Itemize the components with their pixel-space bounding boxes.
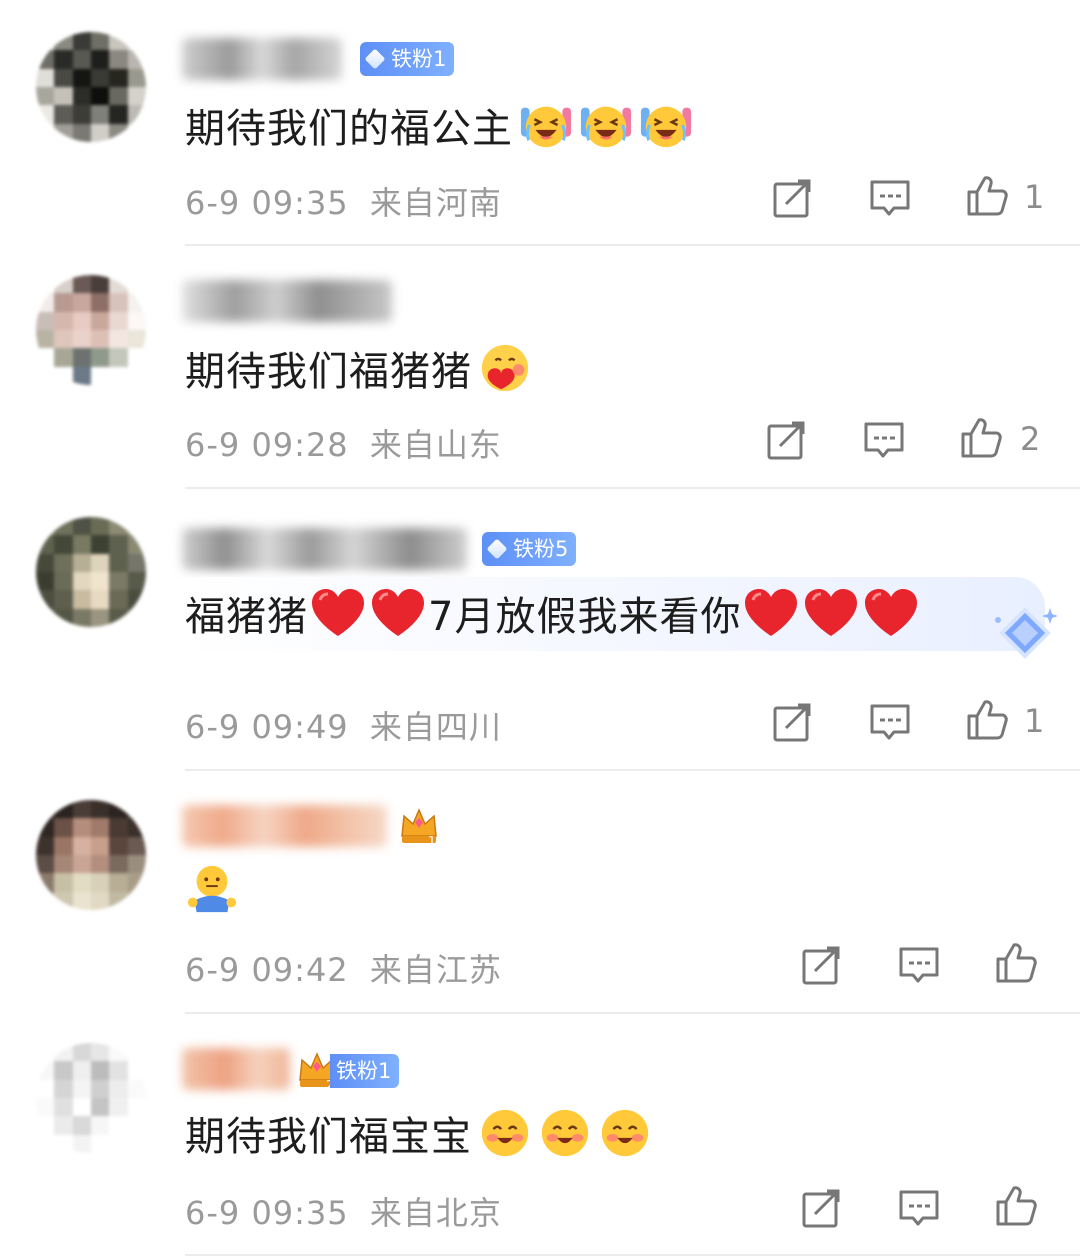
comment-time: 6-9 09:35 (185, 1194, 349, 1232)
username-blurred[interactable] (182, 1048, 290, 1090)
comment-meta: 6-9 09:49 来自四川 (185, 702, 502, 748)
username-blurred[interactable] (182, 38, 342, 80)
crown-icon: 1 (401, 808, 437, 846)
blush-smile-emoji (538, 1106, 592, 1160)
laughing-cry-emoji (579, 98, 633, 152)
username-blurred[interactable] (182, 528, 467, 570)
fan-badge[interactable]: 铁粉1 (360, 42, 455, 76)
thumbs-up-icon[interactable] (994, 941, 1038, 985)
comment-location: 来自山东 (369, 426, 502, 464)
share-icon[interactable] (770, 700, 814, 744)
comment-icon[interactable] (897, 943, 941, 987)
diamond-icon (995, 607, 1058, 659)
divider (185, 1012, 1080, 1014)
badge-label: 铁粉1 (336, 1059, 392, 1083)
comment-time: 6-9 09:42 (185, 951, 349, 989)
avatar[interactable] (36, 517, 146, 627)
diamond-icon (364, 48, 386, 70)
divider (185, 244, 1080, 246)
laughing-cry-emoji (639, 98, 693, 152)
share-icon[interactable] (799, 943, 843, 987)
divider (185, 1254, 1080, 1256)
thumbs-up-icon[interactable] (965, 174, 1009, 218)
comment-icon[interactable] (862, 418, 906, 462)
heart-emoji (863, 588, 919, 638)
hug-person-emoji (185, 862, 239, 916)
comment-text: 期待我们的福公主 (185, 98, 693, 155)
comment-text-content: 期待我们福宝宝 (185, 1114, 472, 1160)
comment-meta: 6-9 09:35 来自北京 (185, 1188, 502, 1234)
comment-location: 来自四川 (369, 708, 502, 746)
like-count: 1 (1024, 178, 1045, 216)
comment-meta: 6-9 09:35 来自河南 (185, 178, 502, 224)
avatar[interactable] (36, 275, 146, 385)
badge-label: 铁粉1 (391, 47, 447, 71)
thumbs-up-icon[interactable] (959, 416, 1003, 460)
comment-time: 6-9 09:28 (185, 426, 349, 464)
diamond-icon (486, 538, 508, 560)
avatar[interactable] (36, 32, 146, 142)
comment-location: 来自北京 (369, 1194, 502, 1232)
username-blurred[interactable] (182, 280, 392, 322)
comment-text: 期待我们福猪猪 (185, 341, 532, 398)
comment-time: 6-9 09:49 (185, 708, 349, 746)
heart-emoji (370, 588, 426, 638)
avatar[interactable] (36, 1043, 146, 1153)
divider (185, 487, 1080, 489)
thumbs-up-icon[interactable] (965, 698, 1009, 742)
share-icon[interactable] (799, 1186, 843, 1230)
like-count: 2 (1020, 420, 1041, 458)
comment-text-content: 福猪猪 (185, 594, 308, 640)
share-icon[interactable] (770, 176, 814, 220)
laughing-cry-emoji (519, 98, 573, 152)
comment-text-content: 7月放假我来看你 (428, 594, 742, 640)
heart-emoji (803, 588, 859, 638)
comment-meta: 6-9 09:42 来自江苏 (185, 945, 502, 991)
comment-location: 来自江苏 (369, 951, 502, 989)
avatar[interactable] (36, 800, 146, 910)
comment-icon[interactable] (868, 700, 912, 744)
divider (185, 769, 1080, 771)
comment-location: 来自河南 (369, 184, 502, 222)
fan-badge[interactable]: 铁粉5 (482, 532, 577, 566)
badge-label: 铁粉5 (513, 537, 569, 561)
like-count: 1 (1024, 702, 1045, 740)
comment-time: 6-9 09:35 (185, 184, 349, 222)
fan-badge[interactable]: 铁粉1 (330, 1054, 400, 1088)
comment-text: 期待我们福宝宝 (185, 1106, 652, 1163)
comment-meta: 6-9 09:28 来自山东 (185, 420, 502, 466)
username-blurred[interactable] (182, 805, 387, 847)
comment-text (185, 862, 239, 919)
hug-heart-emoji (478, 341, 532, 395)
comment-text: 福猪猪 7月放假我来看你 (185, 588, 921, 643)
blush-smile-emoji (598, 1106, 652, 1160)
comment-text-content: 期待我们福猪猪 (185, 349, 472, 395)
comment-text-content: 期待我们的福公主 (185, 106, 513, 152)
heart-emoji (743, 588, 799, 638)
crown-level: 1 (428, 834, 436, 846)
blush-smile-emoji (478, 1106, 532, 1160)
heart-emoji (310, 588, 366, 638)
comment-icon[interactable] (897, 1186, 941, 1230)
comment-icon[interactable] (868, 176, 912, 220)
thumbs-up-icon[interactable] (994, 1184, 1038, 1228)
share-icon[interactable] (764, 418, 808, 462)
